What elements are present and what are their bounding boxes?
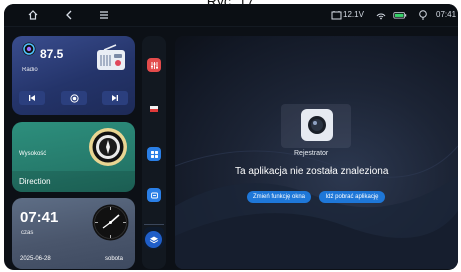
- next-station-button[interactable]: [102, 91, 128, 105]
- clock-time: 07:41: [20, 209, 59, 226]
- play-circle-icon: [69, 93, 79, 103]
- battery-icon: [393, 12, 407, 19]
- play-button[interactable]: [61, 91, 87, 105]
- voltage-text: 12.1V: [343, 10, 364, 19]
- wifi-icon: [376, 13, 386, 20]
- screenshot-frame: Ryc. 17 12.1V: [0, 0, 461, 272]
- radio-logo-icon: [22, 42, 36, 56]
- recorder-app-icon[interactable]: [301, 109, 333, 141]
- battery-voltage-icon: [331, 11, 342, 20]
- analog-clock-icon: [92, 204, 129, 241]
- download-app-button[interactable]: Idź pobrać aplikację: [319, 191, 385, 203]
- location-icon: [419, 10, 427, 20]
- car-settings-button[interactable]: [147, 188, 161, 202]
- clock-weekday: sobota: [105, 256, 124, 262]
- radio-illustration-icon: [97, 44, 125, 70]
- clock-widget[interactable]: 07:41 czas 2025-06-28 sobota: [12, 198, 135, 269]
- menu-icon[interactable]: [97, 8, 111, 22]
- camera-lens-icon: [308, 116, 326, 134]
- skip-previous-icon: [29, 95, 35, 101]
- radio-frequency: 87.5: [40, 47, 64, 61]
- main-content-panel: Rejestrator Ta aplikacja nie została zna…: [175, 36, 458, 269]
- car-settings-icon: [150, 192, 158, 198]
- layers-icon: [149, 236, 158, 243]
- not-found-message: Ta aplikacja nie została znaleziona: [235, 166, 389, 177]
- layers-app-button[interactable]: [145, 231, 162, 248]
- status-divider: [4, 26, 458, 27]
- flag-icon: [150, 106, 158, 112]
- head-unit-screen: 12.1V 07:41 87.5 Radio Wysokość Directio…: [4, 4, 458, 270]
- equalizer-app-button[interactable]: [147, 58, 161, 72]
- clock-label: czas: [21, 230, 34, 236]
- altitude-widget[interactable]: Wysokość Direction: [12, 122, 135, 192]
- direction-label: Direction: [19, 177, 51, 186]
- equalizer-icon: [150, 61, 158, 69]
- skip-next-icon: [112, 95, 118, 101]
- radio-widget[interactable]: 87.5 Radio: [12, 36, 135, 115]
- home-icon[interactable]: [26, 8, 40, 22]
- status-bar: 12.1V 07:41: [4, 4, 458, 26]
- grid-icon: [150, 150, 158, 158]
- compass-dial-icon: [89, 128, 127, 166]
- apps-grid-button[interactable]: [147, 147, 161, 161]
- app-name: Rejestrator: [294, 150, 329, 157]
- clock-date: 2025-06-28: [20, 256, 51, 262]
- back-icon[interactable]: [62, 8, 76, 22]
- altitude-title: Wysokość: [19, 151, 47, 157]
- status-time: 07:41: [436, 10, 457, 19]
- dock-divider: [144, 224, 164, 225]
- flag-app-button[interactable]: [147, 102, 161, 116]
- change-function-button[interactable]: Zmień funkcję okna: [247, 191, 311, 203]
- previous-station-button[interactable]: [19, 91, 45, 105]
- radio-label: Radio: [22, 67, 38, 73]
